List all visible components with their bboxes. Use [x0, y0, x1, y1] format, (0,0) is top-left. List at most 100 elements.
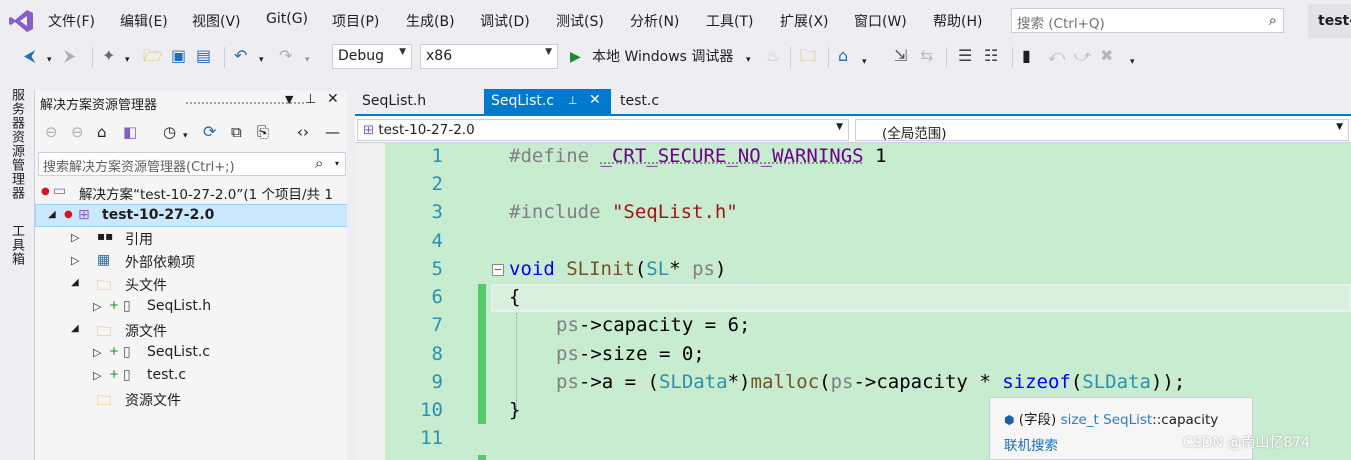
- solution-platform-combo[interactable]: x86 ▼: [420, 44, 558, 69]
- switch-views-icon[interactable]: ◧: [123, 122, 137, 142]
- close-icon[interactable]: ✕: [589, 92, 601, 108]
- tree-file-seqlist-h[interactable]: ▷ + ▯ SeqList.h: [35, 296, 348, 319]
- search-options-icon[interactable]: ▾: [335, 159, 339, 168]
- tree-source-files[interactable]: ◢ 🗀 源文件: [35, 319, 348, 342]
- redo-dropdown-icon[interactable]: ▾: [305, 50, 310, 70]
- navigate-back-icon[interactable]: ⮜: [24, 46, 35, 66]
- tree-file-seqlist-c[interactable]: ▷ + ▯ SeqList.c: [35, 342, 348, 365]
- collapsed-icon[interactable]: ▷: [71, 254, 79, 267]
- pin-icon[interactable]: ⊥: [305, 92, 316, 107]
- close-icon[interactable]: ✕: [327, 91, 339, 107]
- tab-test-c[interactable]: test.c: [613, 89, 666, 114]
- forward-icon[interactable]: ⊖: [71, 122, 84, 142]
- pin-icon[interactable]: ⊥: [568, 94, 578, 107]
- visual-studio-logo-icon: [9, 10, 33, 32]
- open-file-icon[interactable]: 🗁: [143, 46, 163, 66]
- next-bookmark-icon[interactable]: ⤻: [1074, 46, 1091, 66]
- tree-solution[interactable]: ● ▭ 解决方案“test-10-27-2.0”(1 个项目/共 1: [35, 181, 348, 204]
- solution-explorer-header: 解决方案资源管理器 ▼ ⊥ ✕: [35, 90, 348, 114]
- collapse-icon[interactable]: −: [492, 264, 504, 276]
- menu-git[interactable]: Git(G): [266, 11, 308, 27]
- undo-dropdown-icon[interactable]: ▾: [259, 50, 264, 70]
- tab-seqlist-h[interactable]: SeqList.h: [355, 89, 433, 114]
- menu-file[interactable]: 文件(F): [48, 11, 95, 31]
- menu-debug[interactable]: 调试(D): [480, 11, 530, 31]
- panel-splitter[interactable]: [347, 90, 355, 460]
- browse-folder-icon[interactable]: 🗀: [800, 46, 816, 66]
- properties-icon[interactable]: —: [325, 122, 340, 142]
- tree-project[interactable]: ◢ ● ⊞ test-10-27-2.0: [35, 204, 348, 227]
- external-dependencies-icon: ▦: [97, 252, 111, 268]
- references-icon: ▪▪: [97, 229, 114, 243]
- line-number: 7: [431, 314, 443, 336]
- hot-reload-icon[interactable]: ♨: [766, 46, 780, 66]
- redo-icon[interactable]: ↷: [279, 46, 292, 66]
- project-combo[interactable]: ⊞ test-10-27-2.0 ▼: [357, 119, 849, 141]
- expanded-icon[interactable]: ◢: [71, 277, 79, 288]
- step-into-icon[interactable]: ⇲: [894, 46, 907, 66]
- home-icon[interactable]: ⌂: [97, 122, 107, 142]
- solution-configuration-combo[interactable]: Debug ▼: [332, 44, 412, 69]
- back-dropdown-icon[interactable]: ▾: [47, 50, 52, 70]
- code-view-icon[interactable]: ‹›: [297, 122, 309, 142]
- menu-project[interactable]: 项目(P): [332, 11, 379, 31]
- menu-view[interactable]: 视图(V): [192, 11, 241, 31]
- back-icon[interactable]: ⊖: [45, 122, 58, 142]
- new-item-icon[interactable]: ✦: [102, 46, 115, 66]
- navigate-forward-icon[interactable]: ⮞: [64, 46, 76, 66]
- clear-bookmarks-icon[interactable]: ✖: [1100, 46, 1113, 66]
- window-position-icon[interactable]: ▼: [285, 93, 293, 106]
- toolbar-overflow-icon[interactable]: ▾: [862, 52, 867, 72]
- expanded-icon[interactable]: ◢: [48, 209, 56, 220]
- pending-dropdown-icon[interactable]: ▾: [183, 126, 188, 146]
- start-debugging-button[interactable]: 本地 Windows 调试器: [592, 47, 733, 67]
- toolbar-options-icon[interactable]: ▾: [1130, 52, 1135, 72]
- start-debugging-icon[interactable]: ▶: [570, 47, 581, 67]
- menu-tools[interactable]: 工具(T): [706, 11, 753, 31]
- search-box[interactable]: 搜索 (Ctrl+Q) ⌕: [1011, 8, 1284, 33]
- bookmark-icon[interactable]: ▮: [1022, 46, 1031, 66]
- step-over-icon[interactable]: ⇆: [920, 46, 933, 66]
- collapsed-icon[interactable]: ▷: [93, 369, 101, 382]
- solution-search-input[interactable]: 搜索解决方案资源管理器(Ctrl+;) ⌕ ▾: [38, 152, 346, 176]
- menu-test[interactable]: 测试(S): [556, 11, 604, 31]
- previous-bookmark-icon[interactable]: ⤺: [1048, 46, 1065, 66]
- tab-toolbox[interactable]: 工具箱: [7, 224, 26, 266]
- show-all-files-icon[interactable]: ⎘: [257, 122, 269, 142]
- tree-references[interactable]: ▷ ▪▪ 引用: [35, 227, 348, 250]
- menu-bar: 文件(F) 编辑(E) 视图(V) Git(G) 项目(P) 生成(B) 调试(…: [0, 0, 1351, 40]
- collapse-all-icon[interactable]: ⧉: [231, 122, 242, 142]
- uncomment-lines-icon[interactable]: ☷: [984, 46, 998, 66]
- menu-window[interactable]: 窗口(W): [854, 11, 907, 31]
- menu-edit[interactable]: 编辑(E): [120, 11, 168, 31]
- tab-seqlist-c[interactable]: SeqList.c ⊥ ✕: [484, 89, 611, 114]
- file-label: SeqList.h: [147, 298, 212, 314]
- menu-help[interactable]: 帮助(H): [933, 11, 982, 31]
- screenshot-icon[interactable]: ⌂: [838, 46, 848, 66]
- tab-server-explorer[interactable]: 服务器资源管理器: [7, 88, 26, 200]
- tree-file-test-c[interactable]: ▷ + ▯ test.c: [35, 365, 348, 388]
- source-files-label: 源文件: [125, 324, 167, 340]
- tree-external-dependencies[interactable]: ▷ ▦ 外部依赖项: [35, 250, 348, 273]
- undo-icon[interactable]: ↶: [234, 46, 247, 66]
- collapsed-icon[interactable]: ▷: [93, 346, 101, 359]
- tree-header-files[interactable]: ◢ 🗀 头文件: [35, 273, 348, 296]
- menu-build[interactable]: 生成(B): [406, 11, 455, 31]
- scope-combo[interactable]: (全局范围) ▼: [855, 119, 1349, 142]
- run-dropdown-icon[interactable]: ▾: [746, 50, 751, 70]
- pending-changes-icon[interactable]: ◷: [163, 122, 176, 142]
- online-search-link[interactable]: 联机搜索: [1004, 434, 1058, 454]
- collapsed-icon[interactable]: ▷: [71, 231, 79, 244]
- expanded-icon[interactable]: ◢: [71, 323, 79, 334]
- c-file-icon: ▯: [123, 367, 131, 383]
- save-all-icon[interactable]: ▤: [196, 46, 211, 66]
- collapsed-icon[interactable]: ▷: [93, 300, 101, 313]
- menu-analyze[interactable]: 分析(N): [630, 11, 679, 31]
- new-item-dropdown-icon[interactable]: ▾: [125, 50, 130, 70]
- save-icon[interactable]: ▣: [171, 46, 186, 66]
- menu-extensions[interactable]: 扩展(X): [780, 11, 829, 31]
- comment-lines-icon[interactable]: ☰: [958, 46, 972, 66]
- tree-resource-files[interactable]: 🗀 资源文件: [35, 388, 348, 411]
- toolbar-separator: [92, 47, 93, 68]
- sync-icon[interactable]: ⟳: [203, 122, 216, 142]
